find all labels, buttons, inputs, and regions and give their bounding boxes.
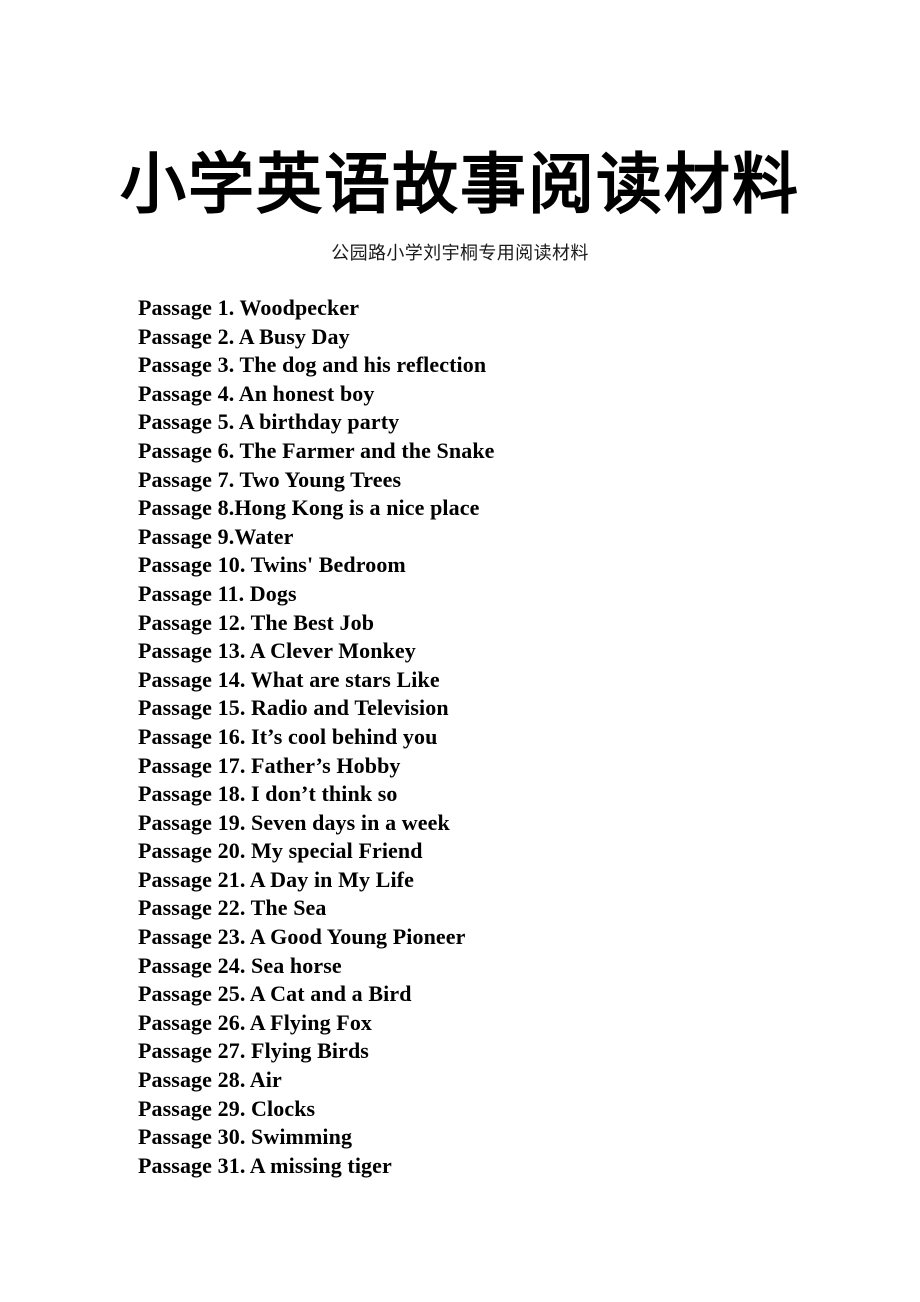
passage-list-item: Passage 7. Two Young Trees — [138, 466, 402, 492]
passage-list-item: Passage 20. My special Friend — [138, 838, 423, 864]
passage-list-item: Passage 25. A Cat and a Bird — [138, 981, 412, 1007]
passage-list-item: Passage 13. A Clever Monkey — [138, 638, 416, 664]
passage-list-item: Passage 14. What are stars Like — [138, 666, 440, 692]
passage-list-item: Passage 29. Clocks — [138, 1095, 316, 1121]
passage-list-item: Passage 3. The dog and his reflection — [138, 352, 487, 378]
page-title: 小学英语故事阅读材料 — [120, 147, 800, 222]
passage-list-item: Passage 28. Air — [138, 1067, 282, 1093]
passage-list-item: Passage 15. Radio and Television — [138, 695, 449, 721]
passage-list-item: Passage 9.Water — [138, 523, 294, 549]
passage-list-item: Passage 11. Dogs — [138, 580, 297, 606]
passage-list-item: Passage 24. Sea horse — [138, 952, 342, 978]
passage-list-item: Passage 30. Swimming — [138, 1124, 353, 1150]
passage-list-item: Passage 23. A Good Young Pioneer — [138, 924, 466, 950]
passage-list-item: Passage 21. A Day in My Life — [138, 866, 414, 892]
passage-list-item: Passage 4. An honest boy — [138, 380, 375, 406]
passage-list-item: Passage 12. The Best Job — [138, 609, 375, 635]
passage-list-item: Passage 1. Woodpecker — [138, 295, 360, 320]
passage-list-item: Passage 27. Flying Birds — [138, 1038, 369, 1064]
passage-list-item: Passage 16. It’s cool behind you — [138, 723, 438, 749]
passage-list-item: Passage 2. A Busy Day — [138, 323, 350, 349]
passage-list-item: Passage 19. Seven days in a week — [138, 809, 450, 835]
passage-list: Passage 1. Woodpecker Passage 2. A Busy D… — [138, 294, 838, 1180]
passage-list-item: Passage 17. Father’s Hobby — [138, 752, 401, 778]
page-subtitle: 公园路小学刘宇桐专用阅读材料 — [331, 243, 589, 263]
passage-list-item: Passage 26. A Flying Fox — [138, 1009, 373, 1035]
passage-list-item: Passage 31. A missing tiger — [138, 1152, 392, 1178]
document-page: 小学英语故事阅读材料 公园路小学刘宇桐专用阅读材料 Passage 1. Woo… — [0, 0, 920, 1302]
passage-list-item: Passage 6. The Farmer and the Snake — [138, 437, 495, 463]
passage-list-item: Passage 22. The Sea — [138, 895, 327, 921]
passage-list-item: Passage 10. Twins' Bedroom — [138, 552, 406, 578]
passage-list-item: Passage 8.Hong Kong is a nice place — [138, 495, 480, 521]
passage-list-item: Passage 18. I don’t think so — [138, 781, 398, 807]
passage-list-item: Passage 5. A birthday party — [138, 409, 400, 435]
